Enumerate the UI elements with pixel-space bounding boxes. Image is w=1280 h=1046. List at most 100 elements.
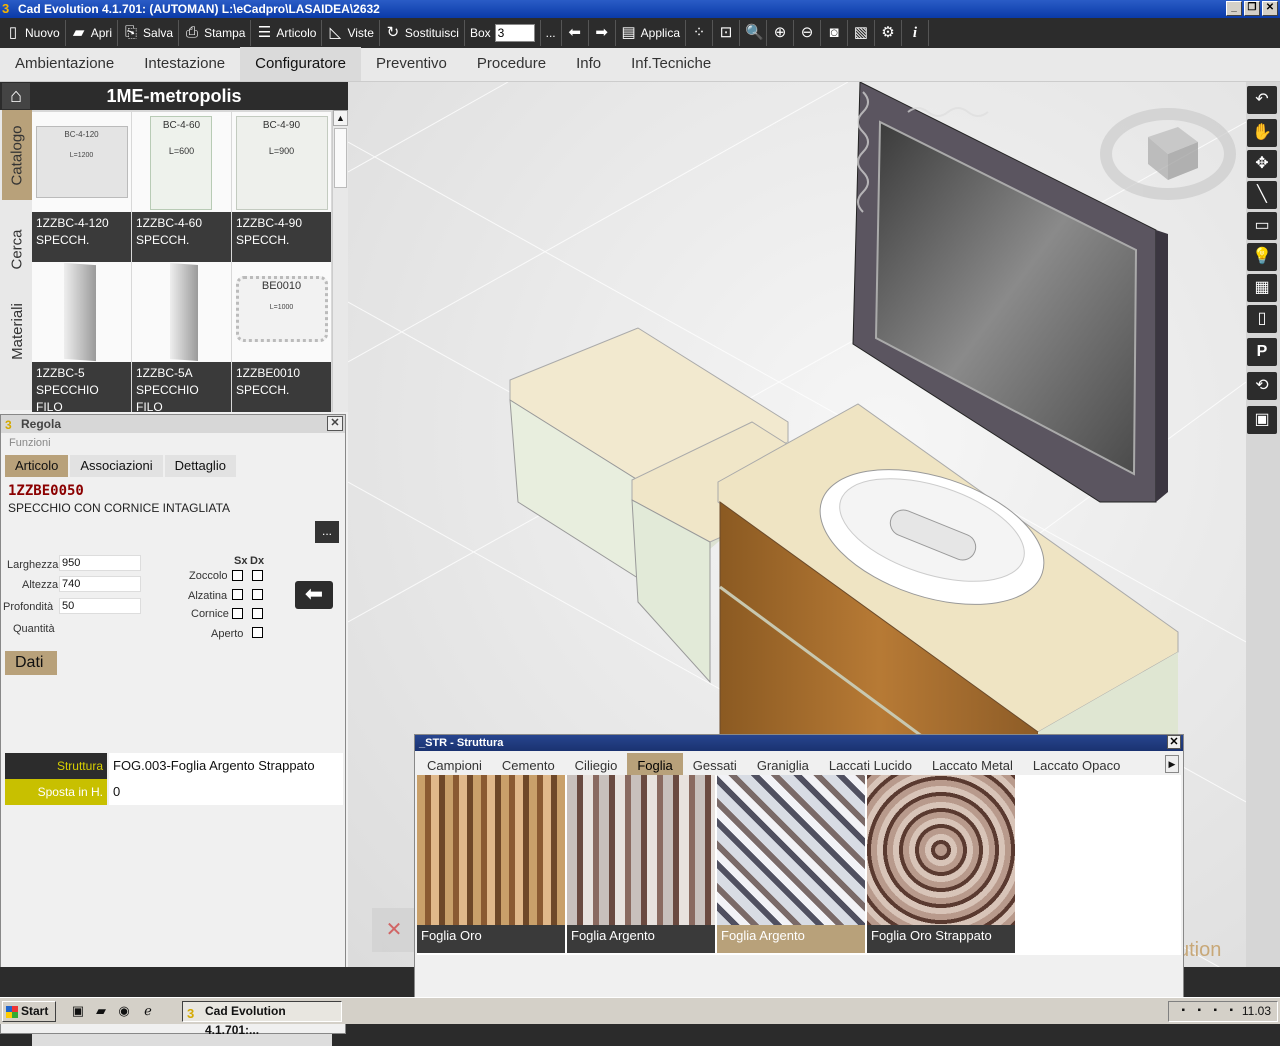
struttura-row[interactable]: Struttura FOG.003-Foglia Argento Strappa… bbox=[5, 753, 343, 779]
alzatina-sx-checkbox[interactable] bbox=[232, 589, 243, 600]
box-input[interactable] bbox=[494, 24, 535, 42]
volume-icon[interactable]: ▪ bbox=[1221, 1005, 1233, 1017]
sposta-row[interactable]: Sposta in H. 0 bbox=[5, 779, 343, 805]
info-button[interactable]: i bbox=[902, 20, 929, 46]
minimize-button[interactable]: _ bbox=[1226, 1, 1242, 16]
catalog-item[interactable]: BC-4-120 L=1200 1ZZBC-4-120 SPECCH. bbox=[32, 112, 131, 262]
settings-button[interactable]: ⚙ bbox=[875, 20, 902, 46]
start-button[interactable]: Start bbox=[2, 1001, 56, 1022]
insert-button[interactable]: ⬅ bbox=[295, 581, 333, 609]
tab-preventivo[interactable]: Preventivo bbox=[361, 47, 462, 81]
measure-button[interactable]: ▭ bbox=[1247, 212, 1277, 240]
navigation-cube[interactable] bbox=[1100, 108, 1236, 200]
zoom-window-button[interactable]: 🔍 bbox=[740, 20, 767, 46]
zoom-out-button[interactable]: ⊖ bbox=[794, 20, 821, 46]
close-icon[interactable]: ✕ bbox=[327, 416, 343, 431]
line-button[interactable]: ╲ bbox=[1247, 181, 1277, 209]
present-button[interactable]: ▣ bbox=[1247, 406, 1277, 434]
catalog-item[interactable]: 1ZZBC-5A SPECCHIO FILO bbox=[132, 262, 231, 412]
tab-foglia[interactable]: Foglia bbox=[627, 753, 683, 775]
catalog-item[interactable]: BC-4-90 L=900 1ZZBC-4-90 SPECCH. bbox=[232, 112, 331, 262]
media-player-icon[interactable]: ◉ bbox=[116, 1003, 132, 1019]
parking-button[interactable]: P bbox=[1247, 338, 1277, 366]
undo-button[interactable]: ↶ bbox=[1247, 86, 1277, 114]
tab-laccato-metal[interactable]: Laccato Metal bbox=[922, 753, 1023, 775]
render-button[interactable]: ▧ bbox=[848, 20, 875, 46]
scroll-thumb[interactable] bbox=[334, 128, 347, 188]
tab-laccato-opaco[interactable]: Laccato Opaco bbox=[1023, 753, 1130, 775]
catalog-scrollbar[interactable]: ▲ bbox=[332, 110, 348, 412]
forward-button[interactable]: ➡ bbox=[589, 20, 616, 46]
back-button[interactable]: ⬅ bbox=[562, 20, 589, 46]
more-button[interactable]: ... bbox=[541, 20, 562, 46]
apri-button[interactable]: ▰ Apri bbox=[66, 20, 119, 46]
tab-associazioni[interactable]: Associazioni bbox=[70, 455, 163, 477]
articolo-button[interactable]: ☰ Articolo bbox=[251, 20, 323, 46]
cornice-dx-checkbox[interactable] bbox=[252, 608, 263, 619]
swatch-tile[interactable]: Foglia Oro Strappato bbox=[867, 775, 1015, 955]
close-icon[interactable]: ✕ bbox=[1167, 735, 1181, 749]
light-button[interactable]: 💡 bbox=[1247, 243, 1277, 271]
side-tab-cerca[interactable]: Cerca bbox=[2, 204, 32, 294]
tab-dettaglio[interactable]: Dettaglio bbox=[164, 455, 236, 477]
tab-info[interactable]: Info bbox=[561, 47, 616, 81]
maximize-button[interactable]: ❐ bbox=[1244, 1, 1260, 16]
tab-inf-tecniche[interactable]: Inf.Tecniche bbox=[616, 47, 726, 81]
salva-button[interactable]: ⎘ Salva bbox=[118, 20, 180, 46]
nvidia-icon[interactable]: ▪ bbox=[1205, 1005, 1217, 1017]
swatch-tile[interactable]: Foglia Argento bbox=[717, 775, 865, 955]
tab-laccati-lucido[interactable]: Laccati Lucido bbox=[819, 753, 922, 775]
applica-button[interactable]: ▤ Applica bbox=[616, 20, 686, 46]
layout-button[interactable]: ▦ bbox=[1247, 274, 1277, 302]
viste-button[interactable]: ◺ Viste bbox=[322, 20, 380, 46]
catalog-item[interactable]: BE0010 L=1000 1ZZBE0010 SPECCH. bbox=[232, 262, 331, 412]
swatch-tile[interactable]: Foglia Oro bbox=[417, 775, 565, 955]
alzatina-dx-checkbox[interactable] bbox=[252, 589, 263, 600]
sposta-value[interactable]: 0 bbox=[109, 779, 343, 805]
explorer-icon[interactable]: ▰ bbox=[93, 1003, 109, 1019]
move-button[interactable]: ✥ bbox=[1247, 150, 1277, 178]
door-button[interactable]: ▯ bbox=[1247, 305, 1277, 333]
more-options-button[interactable]: ... bbox=[315, 521, 339, 543]
struttura-value[interactable]: FOG.003-Foglia Argento Strappato bbox=[109, 753, 343, 779]
side-tab-catalogo[interactable]: Catalogo bbox=[2, 110, 32, 200]
profondita-input[interactable]: 50 bbox=[59, 598, 141, 614]
home-icon[interactable]: ⌂ bbox=[2, 83, 30, 109]
tab-campioni[interactable]: Campioni bbox=[417, 753, 492, 775]
sostituisci-button[interactable]: ↻ Sostituisci bbox=[380, 20, 465, 46]
grid-snap-button[interactable]: ⁘ bbox=[686, 20, 713, 46]
pan-button[interactable]: ✋ bbox=[1247, 119, 1277, 147]
tab-gessati[interactable]: Gessati bbox=[683, 753, 747, 775]
zoccolo-sx-checkbox[interactable] bbox=[232, 570, 243, 581]
nuovo-button[interactable]: ▯ Nuovo bbox=[0, 20, 66, 46]
catalog-item[interactable]: 1ZZBC-5 SPECCHIO FILO bbox=[32, 262, 131, 412]
collapse-icon[interactable]: ✕ bbox=[372, 908, 416, 952]
tab-scroll-right-icon[interactable]: ▶ bbox=[1165, 755, 1179, 773]
catalog-item[interactable]: BC-4-60 L=600 1ZZBC-4-60 SPECCH. bbox=[132, 112, 231, 262]
swatch-tile[interactable]: Foglia Argento bbox=[567, 775, 715, 955]
zoom-in-button[interactable]: ⊕ bbox=[767, 20, 794, 46]
tab-intestazione[interactable]: Intestazione bbox=[129, 47, 240, 81]
camera-button[interactable]: ◙ bbox=[821, 20, 848, 46]
tab-configuratore[interactable]: Configuratore bbox=[240, 47, 362, 81]
taskbar-app-button[interactable]: 3 Cad Evolution 4.1.701:... bbox=[182, 1001, 342, 1037]
network-icon[interactable]: ▪ bbox=[1173, 1005, 1185, 1017]
side-tab-materiali[interactable]: Materiali bbox=[2, 286, 32, 376]
altezza-input[interactable]: 740 bbox=[59, 576, 141, 592]
cornice-sx-checkbox[interactable] bbox=[232, 608, 243, 619]
desktop-icon[interactable]: ▣ bbox=[70, 1003, 86, 1019]
close-window-button[interactable]: ✕ bbox=[1262, 1, 1278, 16]
larghezza-input[interactable]: 950 bbox=[59, 555, 141, 571]
browser-icon[interactable]: ℯ bbox=[140, 1003, 156, 1019]
zoccolo-dx-checkbox[interactable] bbox=[252, 570, 263, 581]
zoom-fit-button[interactable]: ⊡ bbox=[713, 20, 740, 46]
scroll-up-icon[interactable]: ▲ bbox=[333, 110, 348, 126]
security-icon[interactable]: ▪ bbox=[1189, 1005, 1201, 1017]
tab-procedure[interactable]: Procedure bbox=[462, 47, 561, 81]
tab-ciliegio[interactable]: Ciliegio bbox=[565, 753, 628, 775]
tab-cemento[interactable]: Cemento bbox=[492, 753, 565, 775]
tab-graniglia[interactable]: Graniglia bbox=[747, 753, 819, 775]
stampa-button[interactable]: ⎙ Stampa bbox=[179, 20, 252, 46]
tab-articolo[interactable]: Articolo bbox=[5, 455, 69, 477]
tab-ambientazione[interactable]: Ambientazione bbox=[0, 47, 129, 81]
